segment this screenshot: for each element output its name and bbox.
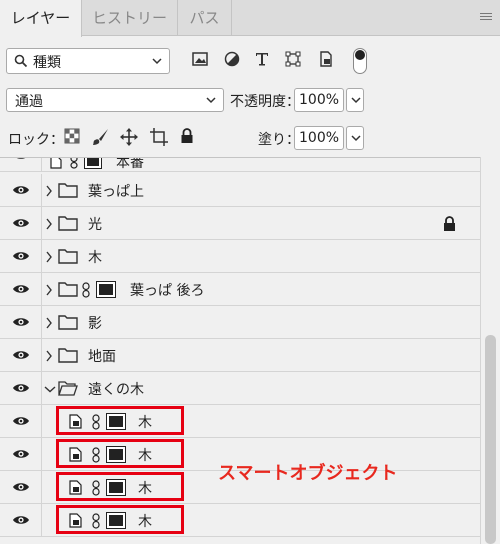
layer-mask-thumbnail — [96, 281, 116, 298]
lock-position-move-icon[interactable] — [120, 128, 138, 146]
layer-name[interactable]: 遠くの木 — [88, 379, 144, 399]
chevron-right-icon[interactable] — [45, 251, 53, 263]
eye-icon[interactable] — [12, 481, 30, 493]
link-icon — [82, 282, 90, 298]
tab-layers[interactable]: レイヤー — [0, 0, 82, 37]
chevron-right-icon[interactable] — [45, 317, 53, 329]
smart-object-highlight — [56, 472, 184, 501]
layer-name[interactable]: 葉っぱ上 — [88, 181, 144, 201]
opacity-input[interactable]: 100% — [294, 88, 344, 112]
layer-name[interactable]: 地面 — [88, 346, 116, 366]
tab-paths[interactable]: パス — [178, 0, 232, 36]
opacity-dropdown-button[interactable] — [346, 88, 364, 112]
layers-scrollbar[interactable] — [480, 157, 500, 544]
smart-object-highlight — [56, 505, 184, 534]
chevron-down-icon — [206, 97, 216, 104]
layer-name[interactable]: 影 — [88, 313, 102, 333]
layer-row[interactable]: 葉っぱ上 — [0, 174, 480, 207]
lock-artboard-icon[interactable] — [150, 128, 168, 146]
link-icon — [70, 158, 78, 169]
adjustment-layer-filter-icon[interactable] — [224, 51, 240, 67]
blend-mode-select[interactable]: 通過 — [6, 88, 224, 112]
eye-icon[interactable] — [12, 514, 30, 526]
eye-icon[interactable] — [12, 349, 30, 361]
eye-icon[interactable] — [12, 448, 30, 460]
eye-icon[interactable] — [12, 316, 30, 328]
layer-row[interactable]: 遠くの木 — [0, 372, 480, 405]
chevron-right-icon[interactable] — [45, 350, 53, 362]
layer-row[interactable]: 本番 — [0, 157, 480, 172]
filter-kind-label: 種類 — [33, 55, 61, 71]
smart-object-filter-icon[interactable] — [318, 51, 334, 67]
layer-row[interactable]: 光 — [0, 207, 480, 240]
chevron-down-icon — [351, 97, 361, 104]
search-icon — [14, 54, 28, 68]
folder-icon — [58, 216, 78, 231]
layer-name[interactable]: 本番 — [116, 158, 144, 172]
blend-mode-value: 通過 — [15, 94, 43, 110]
eye-icon[interactable] — [12, 250, 30, 262]
eye-icon[interactable] — [12, 382, 30, 394]
pixel-layer-filter-icon[interactable] — [192, 51, 208, 67]
layer-mask-thumbnail — [84, 158, 102, 169]
layer-lock-icon — [444, 216, 455, 231]
chevron-right-icon[interactable] — [45, 185, 53, 197]
lock-transparent-pixels-icon[interactable] — [64, 128, 80, 144]
folder-open-icon — [58, 381, 78, 396]
lock-all-icon[interactable] — [180, 128, 194, 144]
smart-object-highlight — [56, 406, 184, 435]
smart-object-highlight — [56, 439, 184, 468]
folder-icon — [58, 249, 78, 264]
layer-name[interactable]: 木 — [88, 247, 102, 267]
panel-tab-bar: レイヤー ヒストリー パス — [0, 0, 500, 37]
chevron-right-icon[interactable] — [45, 284, 53, 296]
smart-object-annotation: スマートオブジェクト — [218, 463, 398, 484]
layer-row[interactable]: 地面 — [0, 339, 480, 372]
fill-dropdown-button[interactable] — [346, 126, 364, 150]
eye-icon[interactable] — [12, 157, 30, 161]
filter-toggle[interactable] — [353, 48, 367, 74]
chevron-down-icon[interactable] — [44, 385, 56, 393]
lock-label: ロック： — [8, 132, 64, 148]
eye-icon[interactable] — [12, 184, 30, 196]
chevron-right-icon[interactable] — [45, 218, 53, 230]
eye-icon[interactable] — [12, 283, 30, 295]
chevron-down-icon — [351, 135, 361, 142]
layer-row[interactable]: 影 — [0, 306, 480, 339]
folder-icon — [58, 282, 78, 297]
folder-icon — [58, 315, 78, 330]
lock-image-pixels-brush-icon[interactable] — [92, 128, 110, 146]
layer-name[interactable]: 光 — [88, 214, 102, 234]
layer-row[interactable]: 葉っぱ 後ろ — [0, 273, 480, 306]
filter-kind-select[interactable]: 種類 — [6, 48, 170, 74]
panel-menu-icon[interactable] — [480, 13, 492, 23]
layer-row[interactable]: 木 — [0, 240, 480, 273]
shape-layer-filter-icon[interactable] — [285, 51, 301, 67]
scrollbar-thumb[interactable] — [485, 335, 496, 544]
fill-input[interactable]: 100% — [294, 126, 344, 150]
type-layer-filter-icon[interactable] — [254, 51, 270, 67]
layer-name[interactable]: 葉っぱ 後ろ — [130, 280, 204, 300]
eye-icon[interactable] — [12, 217, 30, 229]
tab-history[interactable]: ヒストリー — [82, 0, 178, 36]
chevron-down-icon — [152, 58, 162, 65]
folder-icon — [58, 183, 78, 198]
opacity-label: 不透明度： — [230, 94, 300, 110]
smart-object-icon — [50, 158, 62, 169]
folder-icon — [58, 348, 78, 363]
eye-icon[interactable] — [12, 415, 30, 427]
